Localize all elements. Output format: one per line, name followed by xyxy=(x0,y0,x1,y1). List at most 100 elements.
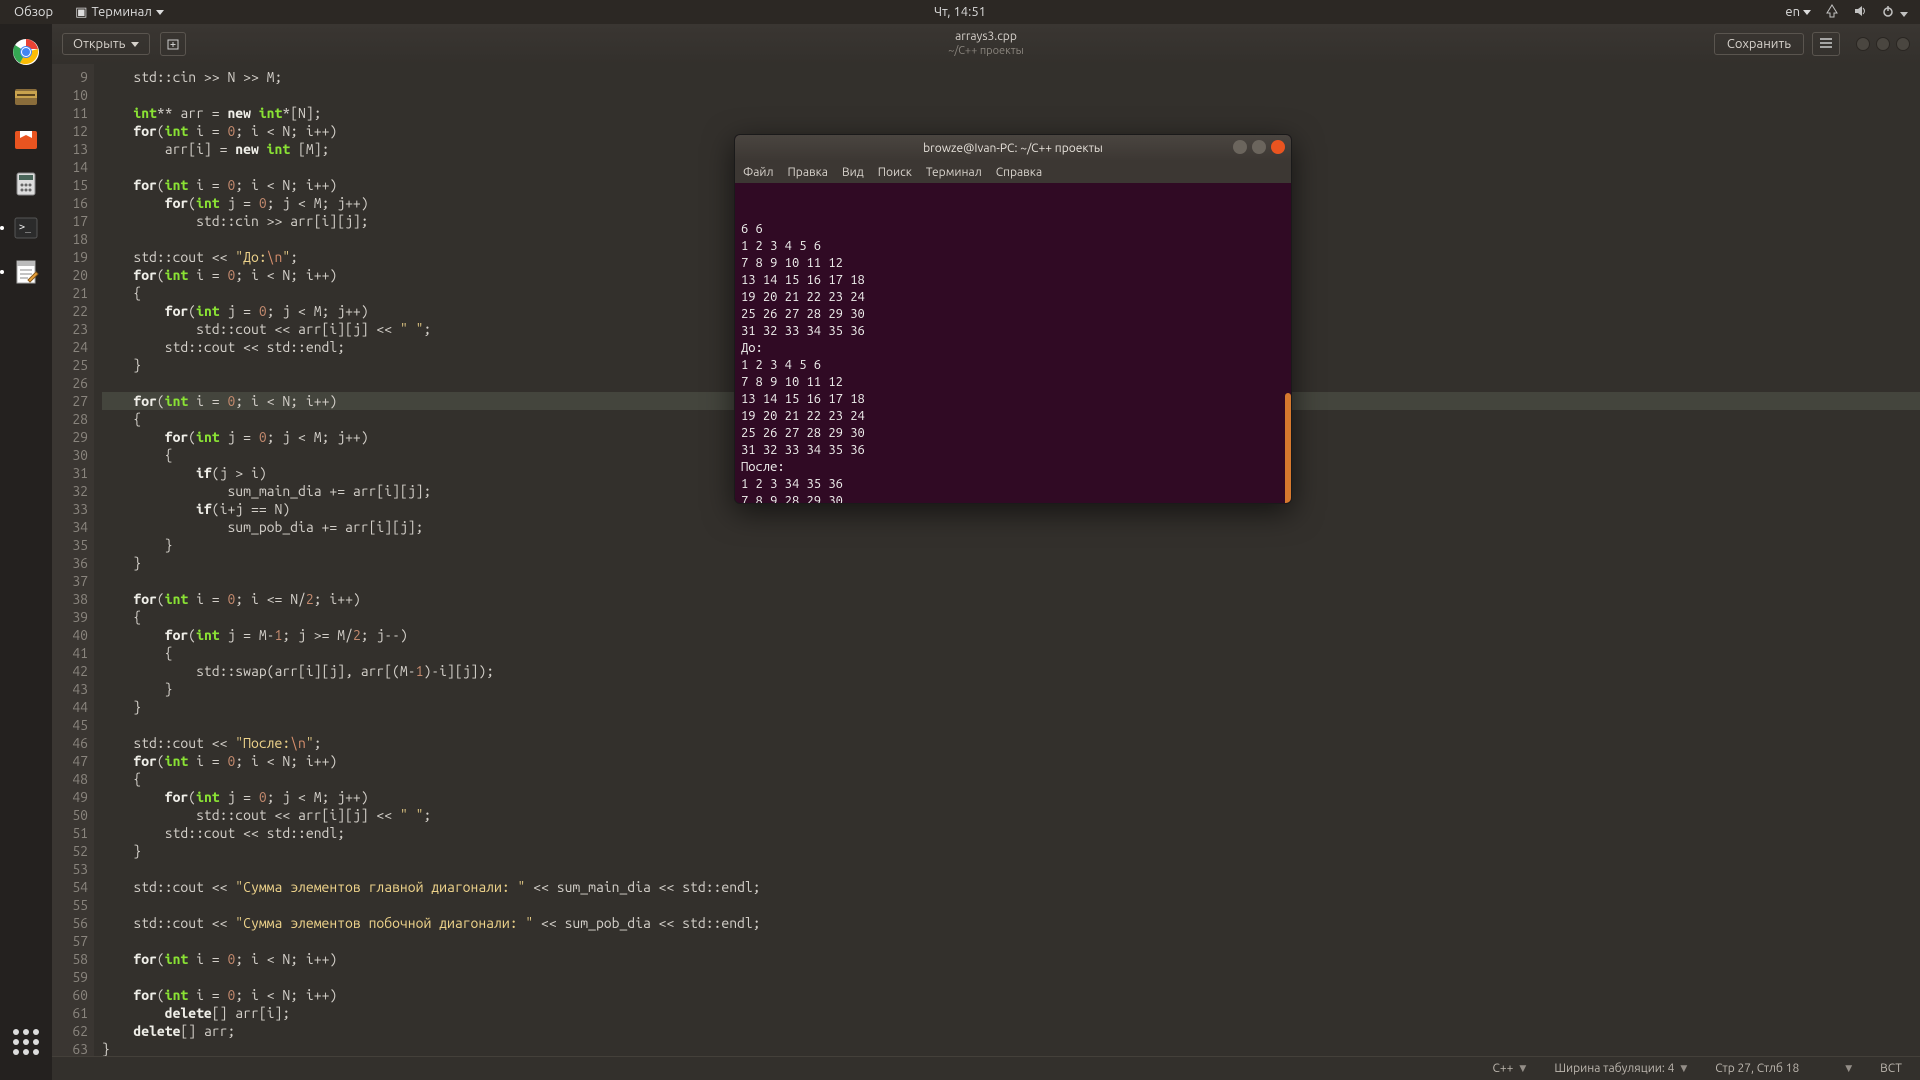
terminal-output-line: После: xyxy=(741,459,1285,476)
code-line[interactable]: for(int j = 0; j < M; j++) xyxy=(102,788,1920,806)
terminal-output-line: 7 8 9 10 11 12 xyxy=(741,374,1285,391)
terminal-window[interactable]: browze@Ivan-PC: ~/C++ проекты Файл Правка… xyxy=(734,134,1292,504)
code-line[interactable] xyxy=(102,716,1920,734)
terminal-menu-item[interactable]: Справка xyxy=(996,166,1042,179)
terminal-output-line: До: xyxy=(741,340,1285,357)
volume-icon[interactable] xyxy=(1853,4,1867,21)
clock[interactable]: Чт, 14:51 xyxy=(934,5,986,19)
terminal-body[interactable]: 6 61 2 3 4 5 67 8 9 10 11 1213 14 15 16 … xyxy=(735,183,1291,503)
terminal-icon[interactable]: >_ xyxy=(4,206,48,250)
language-selector[interactable]: C++▼ xyxy=(1493,1062,1527,1075)
window-title: arrays3.cpp ~/C++ проекты xyxy=(948,30,1024,58)
terminal-output-line: 6 6 xyxy=(741,221,1285,238)
code-line[interactable]: int** arr = new int*[N]; xyxy=(102,104,1920,122)
tab-width-selector[interactable]: Ширина табуляции: 4▼ xyxy=(1554,1062,1687,1075)
terminal-output-line: 1 2 3 4 5 6 xyxy=(741,357,1285,374)
top-panel: Обзор ▣ Терминал Чт, 14:51 en xyxy=(0,0,1920,24)
code-line[interactable]: for(int i = 0; i < N; i++) xyxy=(102,986,1920,1004)
svg-text:>_: >_ xyxy=(19,222,32,233)
code-line[interactable]: delete[] arr[i]; xyxy=(102,1004,1920,1022)
maximize-button[interactable] xyxy=(1876,37,1890,51)
code-line[interactable] xyxy=(102,968,1920,986)
chrome-icon[interactable] xyxy=(4,30,48,74)
terminal-menu-item[interactable]: Правка xyxy=(788,166,828,179)
code-line[interactable]: } xyxy=(102,842,1920,860)
code-line[interactable]: { xyxy=(102,770,1920,788)
status-bar: C++▼ Ширина табуляции: 4▼ Стр 27, Стлб 1… xyxy=(52,1056,1920,1080)
terminal-close-button[interactable] xyxy=(1271,140,1285,154)
code-line[interactable]: { xyxy=(102,644,1920,662)
files-icon[interactable] xyxy=(4,74,48,118)
terminal-menu-item[interactable]: Поиск xyxy=(878,166,912,179)
launcher: >_ xyxy=(0,24,52,1080)
chevron-down-icon xyxy=(156,10,164,15)
code-line[interactable]: } xyxy=(102,698,1920,716)
editor-header: Открыть arrays3.cpp ~/C++ проекты Сохран… xyxy=(52,24,1920,64)
code-line[interactable]: std::swap(arr[i][j], arr[(M-1)-i][j]); xyxy=(102,662,1920,680)
close-button[interactable] xyxy=(1896,37,1910,51)
code-line[interactable]: std::cout << std::endl; xyxy=(102,824,1920,842)
code-line[interactable]: } xyxy=(102,554,1920,572)
save-button[interactable]: Сохранить xyxy=(1714,33,1804,55)
software-icon[interactable] xyxy=(4,118,48,162)
chevron-down-icon xyxy=(1803,10,1811,15)
terminal-menu-item[interactable]: Терминал xyxy=(926,166,982,179)
terminal-output-line: 25 26 27 28 29 30 xyxy=(741,306,1285,323)
new-tab-button[interactable] xyxy=(160,32,186,56)
code-line[interactable]: std::cin >> N >> M; xyxy=(102,68,1920,86)
power-icon[interactable] xyxy=(1881,4,1908,21)
code-line[interactable]: } xyxy=(102,680,1920,698)
activities-label: Обзор xyxy=(14,5,53,19)
terminal-output-line: 25 26 27 28 29 30 xyxy=(741,425,1285,442)
terminal-menubar: Файл Правка Вид Поиск Терминал Справка xyxy=(735,161,1291,183)
text-editor-icon[interactable] xyxy=(4,250,48,294)
terminal-output-line: 7 8 9 28 29 30 xyxy=(741,493,1285,503)
open-button[interactable]: Открыть xyxy=(62,33,150,55)
terminal-output-line: 13 14 15 16 17 18 xyxy=(741,391,1285,408)
terminal-output-line: 19 20 21 22 23 24 xyxy=(741,289,1285,306)
code-line[interactable]: for(int i = 0; i <= N/2; i++) xyxy=(102,590,1920,608)
code-line[interactable] xyxy=(102,86,1920,104)
network-icon[interactable] xyxy=(1825,4,1839,21)
code-line[interactable]: delete[] arr; xyxy=(102,1022,1920,1040)
terminal-output-line: 7 8 9 10 11 12 xyxy=(741,255,1285,272)
terminal-titlebar[interactable]: browze@Ivan-PC: ~/C++ проекты xyxy=(735,135,1291,161)
calculator-icon[interactable] xyxy=(4,162,48,206)
code-line[interactable]: sum_pob_dia += arr[i][j]; xyxy=(102,518,1920,536)
keyboard-layout-indicator[interactable]: en xyxy=(1785,5,1811,19)
show-applications-button[interactable] xyxy=(4,1020,48,1064)
code-line[interactable] xyxy=(102,860,1920,878)
code-line[interactable]: std::cout << arr[i][j] << " "; xyxy=(102,806,1920,824)
terminal-scrollbar[interactable] xyxy=(1285,393,1291,503)
minimize-button[interactable] xyxy=(1856,37,1870,51)
app-menu[interactable]: ▣ Терминал xyxy=(69,5,170,20)
code-line[interactable] xyxy=(102,572,1920,590)
terminal-maximize-button[interactable] xyxy=(1252,140,1266,154)
terminal-output-line: 1 2 3 4 5 6 xyxy=(741,238,1285,255)
code-line[interactable]: for(int j = M-1; j >= M/2; j--) xyxy=(102,626,1920,644)
insert-mode[interactable]: ВСТ xyxy=(1880,1062,1902,1075)
code-line[interactable]: std::cout << "Сумма элементов главной ди… xyxy=(102,878,1920,896)
hamburger-menu-button[interactable] xyxy=(1812,32,1840,56)
chevron-down-icon xyxy=(131,42,139,47)
terminal-menu-item[interactable]: Вид xyxy=(842,166,864,179)
code-line[interactable]: std::cout << "После:\n"; xyxy=(102,734,1920,752)
terminal-output-line: 1 2 3 34 35 36 xyxy=(741,476,1285,493)
terminal-menu-item[interactable]: Файл xyxy=(743,166,774,179)
code-line[interactable]: for(int i = 0; i < N; i++) xyxy=(102,950,1920,968)
app-menu-label: Терминал xyxy=(91,5,151,19)
code-line[interactable]: { xyxy=(102,608,1920,626)
code-line[interactable]: for(int i = 0; i < N; i++) xyxy=(102,752,1920,770)
terminal-icon: ▣ xyxy=(75,5,87,20)
terminal-output-line: 19 20 21 22 23 24 xyxy=(741,408,1285,425)
code-line[interactable]: } xyxy=(102,1040,1920,1056)
terminal-output-line: 13 14 15 16 17 18 xyxy=(741,272,1285,289)
activities-button[interactable]: Обзор xyxy=(8,5,59,19)
terminal-minimize-button[interactable] xyxy=(1233,140,1247,154)
code-line[interactable]: } xyxy=(102,536,1920,554)
chevron-down-icon xyxy=(1900,12,1908,17)
code-line[interactable] xyxy=(102,896,1920,914)
code-line[interactable]: std::cout << "Сумма элементов побочной д… xyxy=(102,914,1920,932)
code-line[interactable] xyxy=(102,932,1920,950)
line-gutter: 9101112131415161718192021222324252627282… xyxy=(52,64,94,1056)
